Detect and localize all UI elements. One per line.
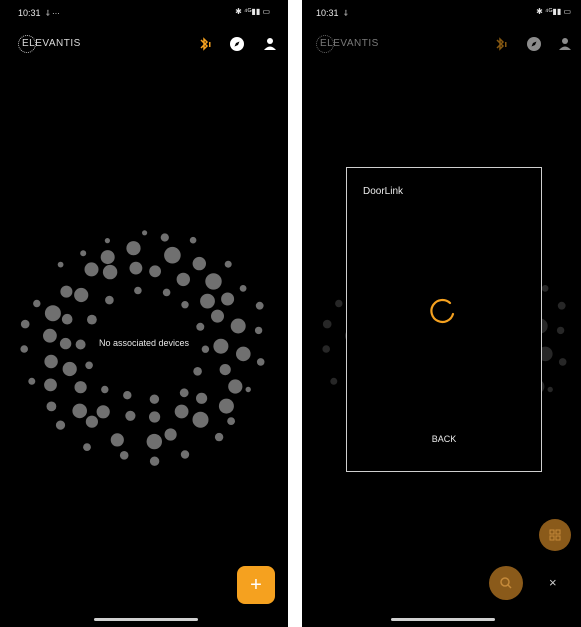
ring-dot xyxy=(196,392,208,404)
ring-dot xyxy=(85,361,93,370)
ring-dot xyxy=(142,230,148,236)
ring-dot xyxy=(33,299,41,308)
ring-dot xyxy=(322,345,330,353)
ring-dot xyxy=(123,391,132,400)
ring-dot xyxy=(255,301,264,310)
ring-dot xyxy=(57,261,64,268)
ring-dot xyxy=(62,361,77,377)
ring-dot xyxy=(60,285,73,298)
ring-dot xyxy=(105,295,114,305)
close-icon[interactable]: × xyxy=(549,575,557,590)
ring-dot xyxy=(200,293,215,309)
ring-dot xyxy=(245,386,251,393)
ring-dot xyxy=(44,354,58,369)
ring-dot xyxy=(146,433,162,450)
empty-state-message: No associated devices xyxy=(98,338,190,348)
ring-dot xyxy=(192,256,206,271)
ring-dot xyxy=(96,405,110,419)
ring-dot xyxy=(227,417,236,425)
ring-dot xyxy=(101,385,109,394)
ring-dot xyxy=(179,388,189,398)
ring-dot xyxy=(335,299,343,308)
ring-dot xyxy=(74,381,87,394)
ring-dot xyxy=(180,450,190,459)
qr-icon xyxy=(549,529,561,541)
ring-dot xyxy=(558,358,567,366)
ring-dot xyxy=(119,451,129,460)
ring-dot xyxy=(149,265,162,278)
ring-dot xyxy=(149,394,160,404)
add-device-button[interactable]: + xyxy=(237,566,275,604)
ring-dot xyxy=(322,319,332,329)
dialog-title: DoorLink xyxy=(363,186,404,197)
ring-dot xyxy=(239,285,247,292)
ring-dot xyxy=(164,428,177,441)
ring-dot xyxy=(80,250,87,257)
ring-dot xyxy=(102,264,118,280)
ring-dot xyxy=(134,286,142,295)
ring-dot xyxy=(196,322,205,331)
back-button[interactable]: BACK xyxy=(347,434,541,444)
ring-dot xyxy=(83,443,91,451)
ring-dot xyxy=(164,246,181,264)
spinner-icon xyxy=(430,298,455,324)
search-icon xyxy=(500,577,512,589)
pairing-dialog: DoorLink BACK xyxy=(346,167,542,472)
ring-dot xyxy=(44,305,61,322)
ring-dot xyxy=(61,313,73,325)
ring-dot xyxy=(219,364,231,376)
ring-dot xyxy=(176,272,190,287)
ring-dot xyxy=(20,319,30,329)
ring-dot xyxy=(218,398,234,414)
ring-dot xyxy=(125,410,136,421)
ring-dot xyxy=(211,309,224,323)
ring-dot xyxy=(228,379,243,394)
ring-dot xyxy=(28,377,36,385)
ring-dot xyxy=(189,236,197,244)
ring-dot xyxy=(557,301,566,310)
ring-dot xyxy=(85,415,98,428)
ring-dot xyxy=(254,326,263,335)
ring-dot xyxy=(74,287,89,303)
home-indicator[interactable] xyxy=(94,618,198,621)
ring-dot xyxy=(181,301,189,309)
scan-qr-button[interactable] xyxy=(539,519,571,551)
home-indicator[interactable] xyxy=(391,618,495,621)
ring-dot xyxy=(205,273,222,290)
ring-dot xyxy=(104,238,110,244)
ring-dot xyxy=(129,261,143,275)
ring-dot xyxy=(224,260,232,268)
phone-screen-pairing-dialog: 10:31 ⸸ ✱ ⁴ᴳ▮▮ ▭ ELEVANTIS DoorLink BACK xyxy=(302,0,581,627)
ring-dot xyxy=(110,433,124,447)
ring-dot xyxy=(236,346,251,362)
ring-dot xyxy=(55,420,66,430)
ring-dot xyxy=(230,318,246,334)
ring-dot xyxy=(193,367,202,376)
ring-dot xyxy=(556,326,565,335)
ring-dot xyxy=(87,314,97,325)
ring-dot xyxy=(330,377,338,385)
ring-dot xyxy=(192,411,209,428)
ring-dot xyxy=(44,378,57,392)
ring-dot xyxy=(256,358,265,366)
ring-dot xyxy=(46,401,57,412)
ring-dot xyxy=(547,386,553,393)
ring-dot xyxy=(126,241,141,256)
search-devices-button[interactable] xyxy=(489,566,523,600)
phone-screen-device-list: 10:31 ⸸ ··· ✱ ⁴ᴳ▮▮ ▭ ELEVANTIS No associ… xyxy=(0,0,288,627)
ring-dot xyxy=(160,233,169,242)
ring-dot xyxy=(221,292,235,306)
ring-dot xyxy=(84,262,99,277)
ring-dot xyxy=(174,404,189,419)
device-dots-ring xyxy=(20,230,265,466)
ring-dot xyxy=(72,403,87,419)
ring-dot xyxy=(541,285,549,292)
ring-dot xyxy=(214,432,224,442)
ring-dot xyxy=(162,288,171,297)
ring-dot xyxy=(149,456,160,466)
ring-dot xyxy=(149,411,161,423)
ring-dot xyxy=(100,250,115,265)
